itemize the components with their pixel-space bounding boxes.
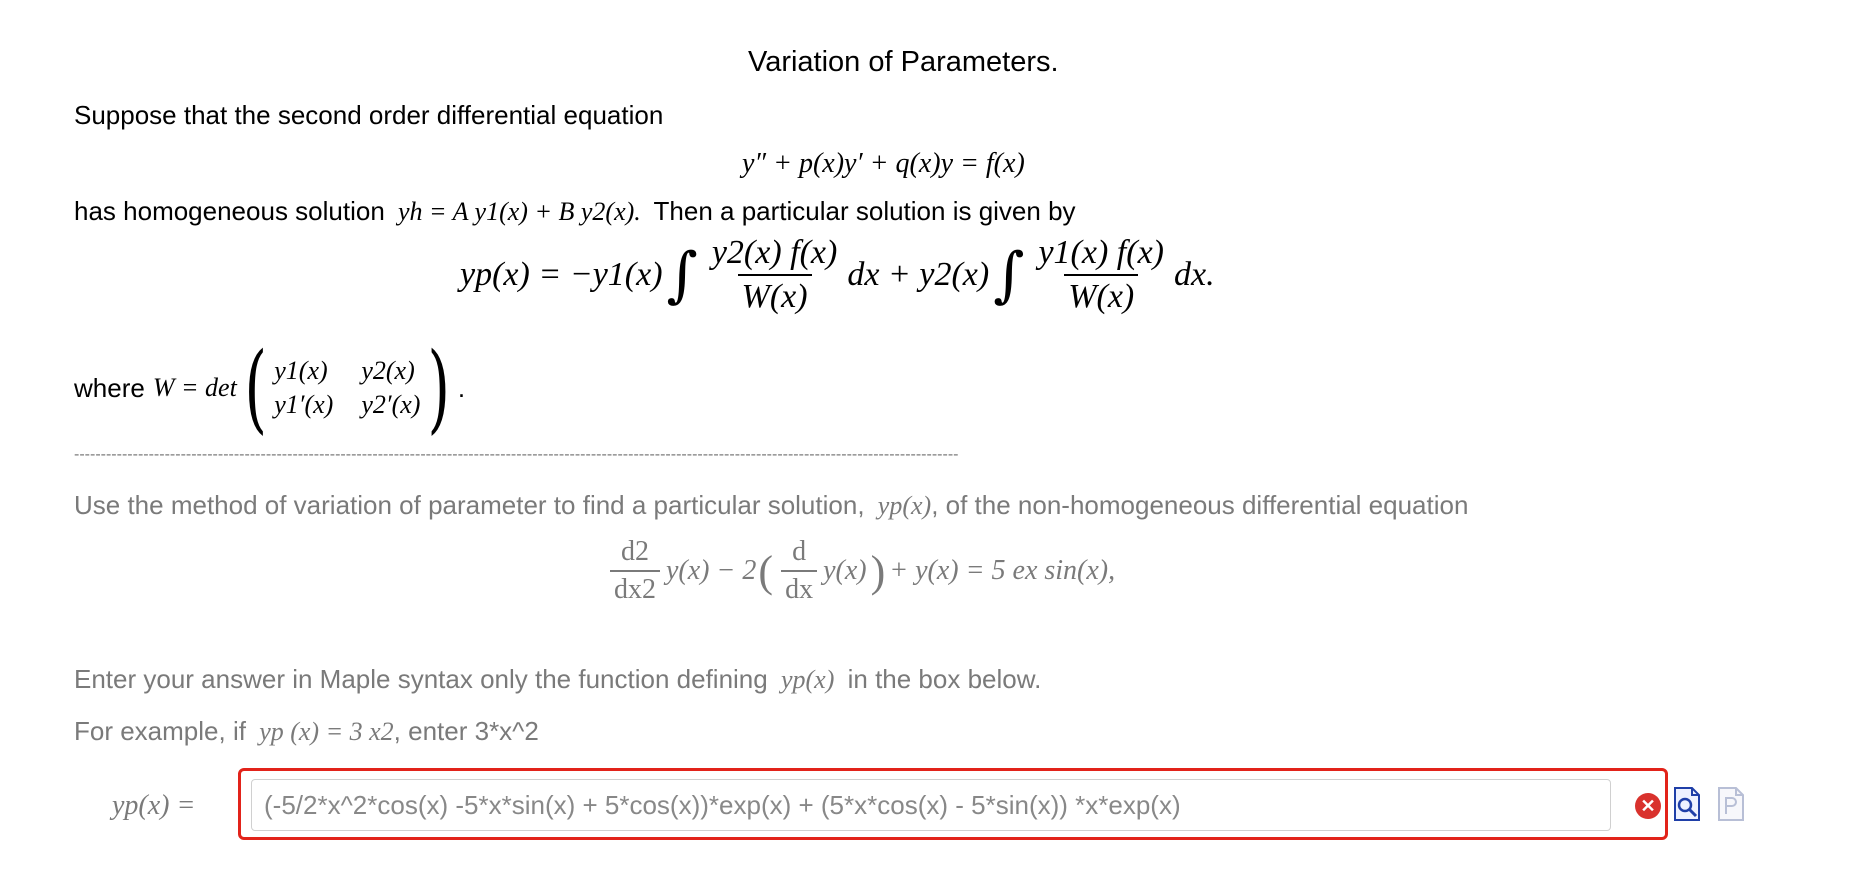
formula-end: dx.: [1173, 256, 1215, 293]
particular-solution-formula: yp(x) = −y1(x) ∫ y2(x) f(x) W(x) dx + y2…: [460, 234, 1215, 316]
fraction-1-denominator: W(x): [737, 274, 812, 316]
instr1-prefix: Enter your answer in Maple syntax only t…: [74, 664, 768, 694]
prompt-math: yp(x): [877, 491, 932, 520]
fraction-2-numerator: y1(x) f(x): [1038, 234, 1164, 271]
problem-ode: d2 dx2 y(x) − 2 ( d dx y(x) ) + y(x) = 5…: [604, 536, 1115, 606]
preview-icon[interactable]: [1672, 786, 1702, 822]
wronskian-definition: where W = det ( y1(x) y2(x) y1′(x) y2′(x…: [74, 340, 465, 436]
prompt-prefix: Use the method of variation of parameter…: [74, 490, 865, 520]
ode-close-paren: ): [870, 546, 886, 596]
fraction-1: y2(x) f(x) W(x): [708, 234, 842, 316]
instr2-math: yp (x) = 3 x2: [259, 717, 394, 746]
separator: ----------------------------------------…: [74, 446, 959, 463]
d2-denominator: dx2: [610, 570, 660, 606]
ode-open-paren: (: [758, 546, 774, 596]
homogeneous-math: yh = A y1(x) + B y2(x).: [398, 197, 641, 226]
ode-rhs: + y(x) = 5 ex sin(x),: [889, 555, 1116, 586]
intro-text: Suppose that the second order differenti…: [74, 100, 664, 130]
error-x-icon: ✕: [1635, 793, 1661, 819]
formula-mid: dx + y2(x): [847, 256, 990, 293]
matrix-cell-a: y1(x): [274, 356, 328, 385]
second-derivative-fraction: d2 dx2: [610, 536, 660, 606]
instructions-line2: For example, if yp (x) = 3 x2, enter 3*x…: [74, 716, 539, 747]
formula-lhs: yp(x) = −y1(x): [460, 256, 663, 293]
first-derivative-fraction: d dx: [781, 536, 818, 606]
maple-syntax-icon[interactable]: [1716, 786, 1746, 822]
answer-input[interactable]: [251, 779, 1611, 831]
answer-label: yp(x) =: [112, 790, 196, 821]
wronskian-matrix: ( y1(x) y2(x) y1′(x) y2′(x) ): [237, 340, 458, 436]
instr2-prefix: For example, if: [74, 716, 246, 746]
problem-prompt: Use the method of variation of parameter…: [74, 490, 1468, 521]
homogeneous-suffix: Then a particular solution is given by: [653, 196, 1076, 226]
prompt-suffix: , of the non-homogeneous differential eq…: [931, 490, 1469, 520]
wronskian-prefix: where: [74, 372, 145, 403]
ode-term1: y(x) − 2: [666, 555, 757, 586]
fraction-2-denominator: W(x): [1064, 274, 1139, 316]
ode-general: y″ + p(x)y′ + q(x)y = f(x): [742, 148, 1025, 179]
right-paren: ): [427, 332, 451, 444]
answer-box: ✕: [238, 768, 1668, 840]
d-numerator: d: [792, 536, 807, 567]
instr1-suffix: in the box below.: [847, 664, 1042, 694]
ode-term2: y(x): [823, 555, 867, 586]
page-title: Variation of Parameters.: [748, 46, 1059, 78]
fraction-1-numerator: y2(x) f(x): [711, 234, 838, 271]
d-denominator: dx: [781, 570, 818, 606]
matrix-grid: y1(x) y2(x) y1′(x) y2′(x): [274, 356, 420, 420]
homogeneous-line: has homogeneous solution yh = A y1(x) + …: [74, 196, 1076, 227]
wronskian-eq: W = det: [152, 373, 237, 402]
instructions-line1: Enter your answer in Maple syntax only t…: [74, 664, 1041, 695]
matrix-cell-b: y2(x): [361, 356, 415, 385]
instr2-suffix: , enter 3*x^2: [393, 716, 539, 746]
integral-sign: ∫: [666, 240, 698, 310]
matrix-cell-c: y1′(x): [274, 390, 334, 419]
matrix-cell-d: y2′(x): [361, 390, 421, 419]
left-paren: (: [244, 332, 267, 444]
d2-numerator: d2: [621, 536, 649, 567]
wronskian-end: .: [457, 372, 466, 403]
integral-sign: ∫: [993, 240, 1025, 310]
instr1-math: yp(x): [780, 665, 835, 694]
homogeneous-prefix: has homogeneous solution: [74, 196, 385, 226]
fraction-2: y1(x) f(x) W(x): [1034, 234, 1168, 316]
